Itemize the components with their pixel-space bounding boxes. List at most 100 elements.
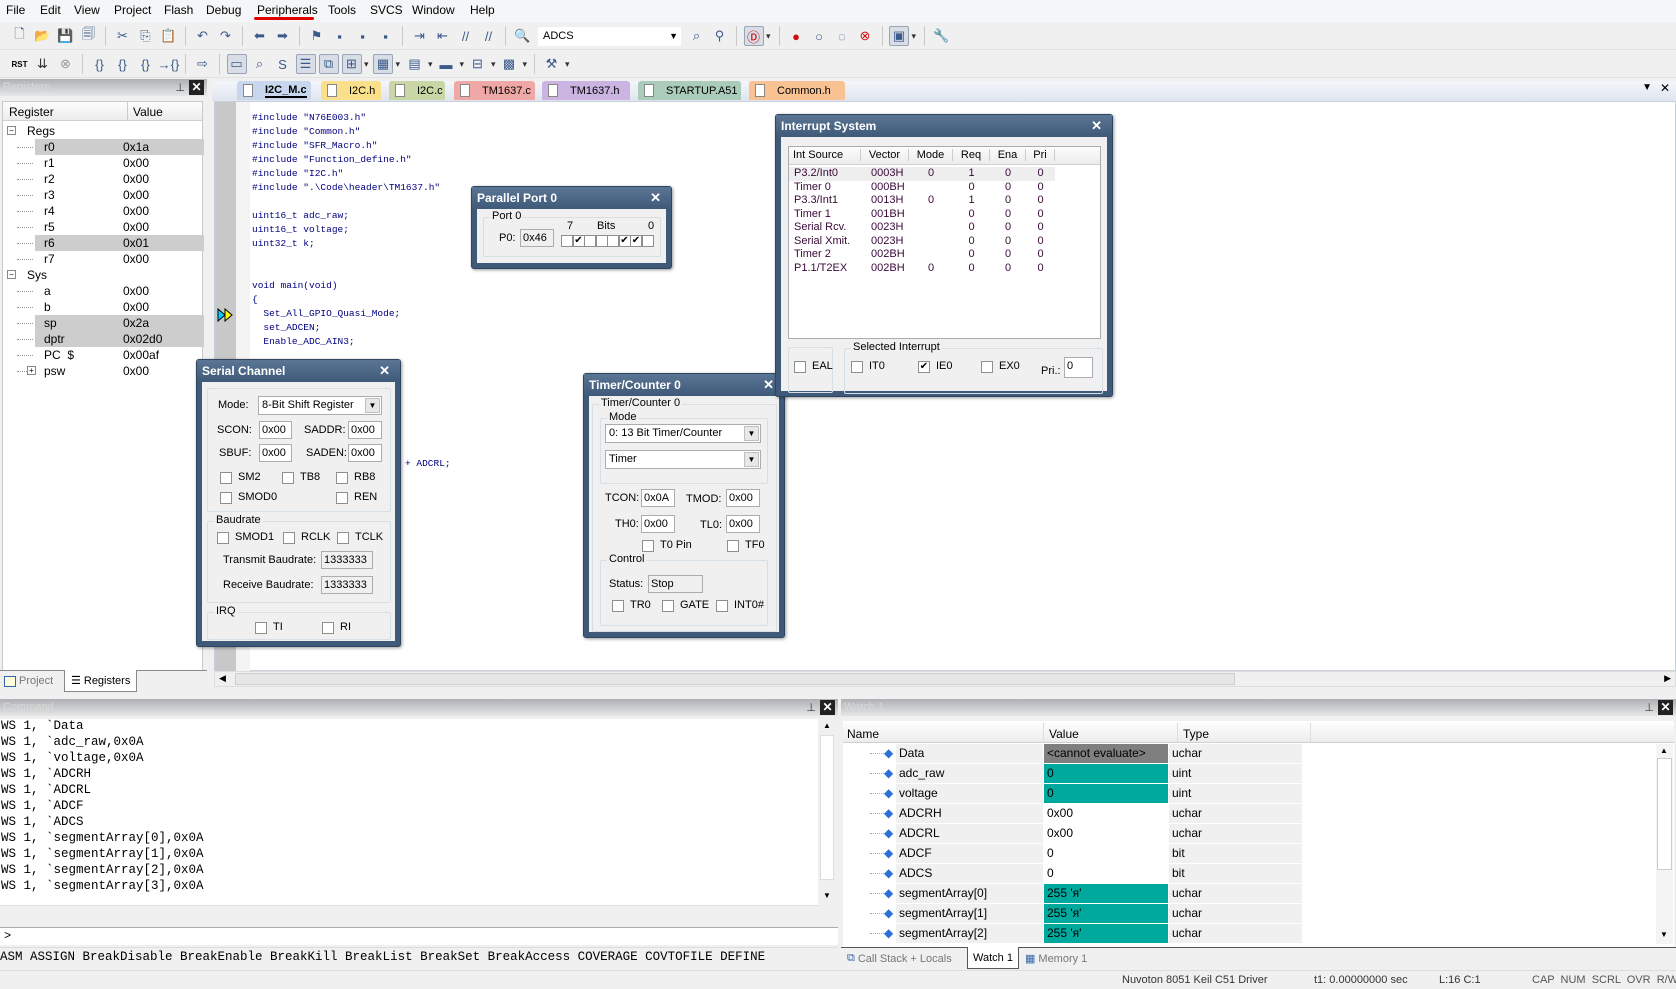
prev-bookmark-icon[interactable]: ▪: [330, 26, 350, 46]
close-icon[interactable]: ✕: [189, 80, 204, 95]
window-layout-icon[interactable]: ▣: [889, 26, 916, 46]
port-bit-2-checkbox[interactable]: ✔: [618, 235, 631, 247]
cut-icon[interactable]: ✂: [113, 26, 133, 46]
scrollbar-thumb[interactable]: [235, 673, 1235, 685]
close-tab-icon[interactable]: ✕: [1660, 81, 1670, 95]
menu-peripherals[interactable]: Peripherals: [257, 3, 318, 17]
source-browser-icon[interactable]: ⚲: [710, 26, 730, 46]
register-row[interactable]: r2 0x00: [3, 171, 204, 187]
status-field[interactable]: Stop: [648, 575, 703, 593]
scroll-down-icon[interactable]: ▼: [823, 891, 831, 900]
register-row[interactable]: r0 0x1a: [3, 139, 204, 155]
register-row[interactable]: r5 0x00: [3, 219, 204, 235]
watch-name[interactable]: adc_raw: [896, 764, 1043, 783]
next-bookmark-icon[interactable]: ▪: [353, 26, 373, 46]
scroll-up-icon[interactable]: ▲: [823, 721, 831, 730]
scroll-left-icon[interactable]: ◀: [219, 673, 226, 684]
watch-name[interactable]: ADCRL: [896, 824, 1043, 843]
saden-field[interactable]: 0x00: [348, 444, 382, 462]
watch-row[interactable]: ◆ adc_raw 0 uint: [850, 764, 1310, 784]
watch-name[interactable]: segmentArray[0]: [896, 884, 1043, 903]
clear-bookmarks-icon[interactable]: ▪: [376, 26, 396, 46]
column-pri[interactable]: Pri: [1026, 149, 1055, 161]
redo-icon[interactable]: ↷: [216, 26, 236, 46]
watch-value[interactable]: 0: [1044, 864, 1168, 883]
memory-window-icon[interactable]: ▦: [373, 54, 400, 74]
menu-help[interactable]: Help: [470, 3, 495, 17]
bookmark-icon[interactable]: ⚑: [307, 26, 327, 46]
collapse-icon[interactable]: −: [7, 126, 16, 135]
watch-value[interactable]: 0: [1044, 764, 1168, 783]
menu-edit[interactable]: Edit: [40, 3, 61, 17]
timer-mode-select[interactable]: 0: 13 Bit Timer/Counter ▼: [605, 424, 761, 443]
watch-value[interactable]: <cannot evaluate>: [1044, 744, 1168, 763]
interrupt-row[interactable]: Serial Xmit. 0023H 0 0 0: [789, 235, 1055, 249]
watch-value[interactable]: 0: [1044, 844, 1168, 863]
collapse-icon[interactable]: −: [7, 270, 16, 279]
th0-field[interactable]: 0x00: [641, 515, 675, 533]
pin-icon[interactable]: ⊥: [806, 700, 816, 717]
watch-value[interactable]: 255 'я': [1044, 924, 1168, 943]
serial-window-icon[interactable]: ▤: [405, 54, 432, 74]
tab-call-stack-locals[interactable]: ⧉ Call Stack + Locals: [847, 952, 952, 965]
rb8-checkbox[interactable]: [336, 472, 348, 484]
int0-checkbox[interactable]: [716, 600, 728, 612]
incremental-find-icon[interactable]: ⌕: [687, 26, 707, 46]
register-row[interactable]: r6 0x01: [3, 235, 204, 251]
tab-registers[interactable]: ☰ Registers: [64, 670, 138, 692]
watch-name[interactable]: Data: [896, 744, 1043, 763]
registers-window-icon[interactable]: ☰: [295, 54, 316, 74]
column-req[interactable]: Req: [953, 149, 990, 161]
uncomment-icon[interactable]: //: [479, 26, 499, 46]
window-title[interactable]: Parallel Port 0: [472, 187, 671, 209]
watch-row[interactable]: ◆ ADCRL 0x00 uchar: [850, 824, 1310, 844]
register-row[interactable]: r7 0x00: [3, 251, 204, 267]
interrupt-row[interactable]: P3.3/Int1 0013H 0 1 0 0: [789, 194, 1055, 208]
menu-window[interactable]: Window: [412, 3, 455, 17]
tr0-checkbox[interactable]: [612, 600, 624, 612]
configure-icon[interactable]: 🔧: [932, 26, 952, 46]
watch-value[interactable]: 255 'я': [1044, 904, 1168, 923]
saddr-field[interactable]: 0x00: [348, 421, 382, 439]
window-title[interactable]: Timer/Counter 0: [584, 374, 784, 396]
call-stack-window-icon[interactable]: ⧉: [318, 54, 339, 74]
menu-flash[interactable]: Flash: [164, 3, 193, 17]
watch-name[interactable]: voltage: [896, 784, 1043, 803]
editor-horizontal-scrollbar[interactable]: ◀ ▶: [214, 671, 1676, 687]
close-icon[interactable]: ✕: [650, 190, 661, 206]
watch-value[interactable]: 0: [1044, 784, 1168, 803]
scroll-up-icon[interactable]: ▲: [1660, 746, 1668, 755]
ie0-checkbox[interactable]: ✔: [918, 361, 930, 373]
tab-watch-1[interactable]: Watch 1: [967, 947, 1019, 969]
expand-icon[interactable]: +: [27, 366, 36, 375]
close-icon[interactable]: ✕: [820, 700, 835, 715]
tab-i2c-h[interactable]: I2C.h: [321, 81, 381, 100]
menu-view[interactable]: View: [74, 3, 100, 17]
chevron-down-icon[interactable]: ▼: [744, 426, 759, 441]
column-value[interactable]: Value: [133, 105, 163, 119]
step-into-icon[interactable]: {}: [90, 54, 110, 74]
save-all-icon[interactable]: 🗐: [79, 26, 99, 46]
interrupt-row[interactable]: P3.2/Int0 0003H 0 1 0 0: [789, 167, 1055, 181]
tclk-checkbox[interactable]: [337, 532, 349, 544]
priority-field[interactable]: 0: [1064, 357, 1093, 378]
register-row[interactable]: + psw 0x00: [3, 363, 204, 379]
column-int-source[interactable]: Int Source: [789, 149, 861, 161]
step-out-icon[interactable]: {}: [136, 54, 156, 74]
tab-tm1637-h[interactable]: TM1637.h: [542, 81, 630, 100]
unindent-icon[interactable]: ⇤: [433, 26, 453, 46]
kill-breakpoints-icon[interactable]: ⊗: [855, 26, 875, 46]
target-select[interactable]: ADCS ▼: [538, 26, 681, 46]
tcon-field[interactable]: 0x0A: [641, 489, 675, 507]
column-register[interactable]: Register: [9, 105, 54, 119]
scon-field[interactable]: 0x00: [259, 421, 292, 439]
watch-name[interactable]: segmentArray[2]: [896, 924, 1043, 943]
watch-value[interactable]: 255 'я': [1044, 884, 1168, 903]
interrupt-row[interactable]: Timer 1 001BH 0 0 0: [789, 208, 1055, 222]
tab-i2c-m-c[interactable]: I2C_M.c: [237, 81, 311, 100]
step-over-icon[interactable]: {}: [113, 54, 133, 74]
save-icon[interactable]: 💾: [56, 26, 76, 46]
watch-row[interactable]: ◆ ADCS 0 bit: [850, 864, 1310, 884]
gate-checkbox[interactable]: [662, 600, 674, 612]
command-window-icon[interactable]: ▭: [226, 54, 247, 74]
